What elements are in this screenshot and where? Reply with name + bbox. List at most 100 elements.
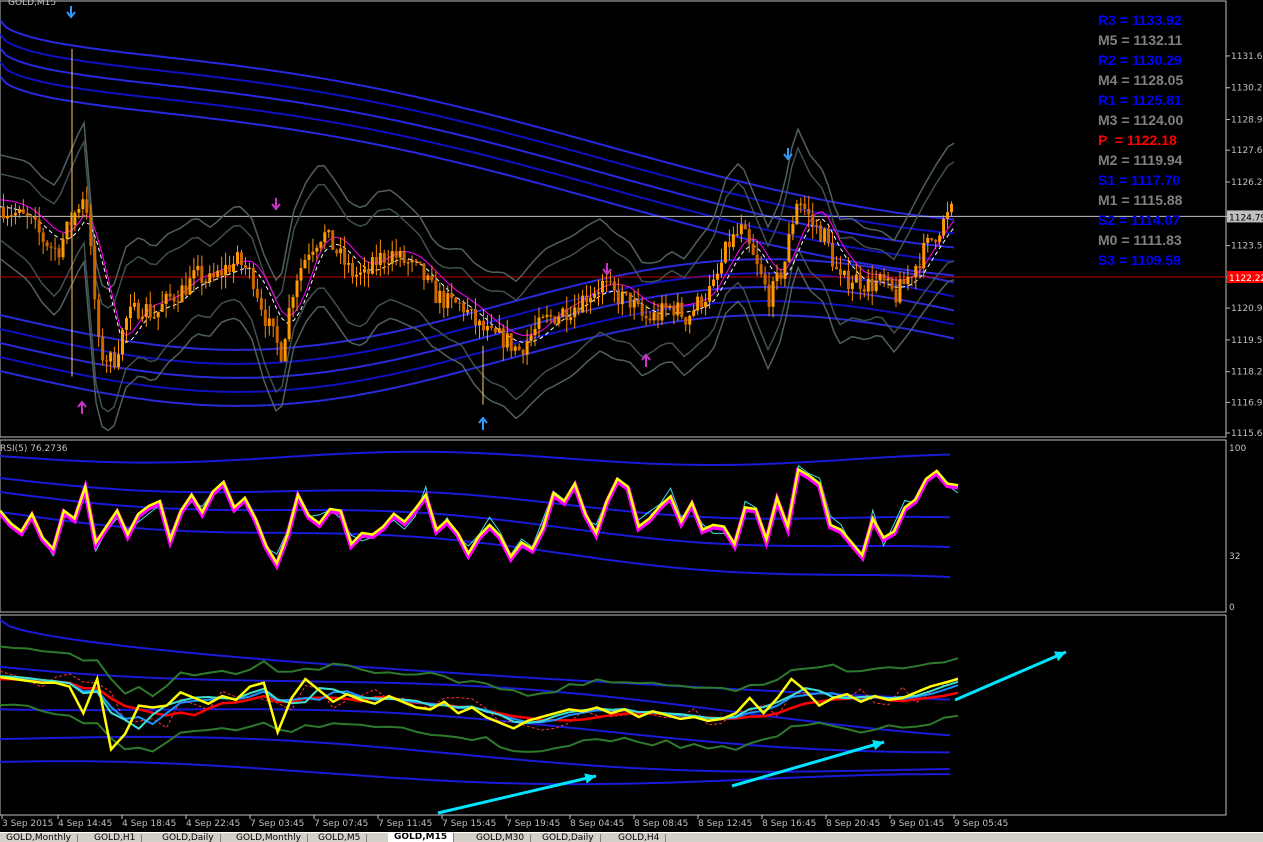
candle-body [704, 301, 708, 308]
candle-body [366, 269, 370, 274]
candle-body [676, 302, 680, 316]
rsi-title: RSI(5) 76.2736 [0, 444, 68, 454]
current-price-label: 1124.79 [1229, 213, 1263, 223]
candle-body [771, 281, 775, 307]
candle-body [751, 243, 755, 255]
candle-body [243, 265, 247, 269]
candle-body [247, 267, 251, 269]
candle-body [359, 272, 362, 275]
pivot-level-r3: R3 = 1133.92 [1098, 12, 1182, 28]
candle-body [811, 214, 815, 225]
candle-body [378, 253, 382, 266]
candle-body [394, 251, 398, 258]
candle-body [561, 308, 565, 317]
candle-body [382, 253, 386, 263]
candle-body [509, 333, 513, 351]
candle-body [267, 318, 271, 326]
candle-body [874, 280, 878, 292]
candle-body [644, 315, 648, 319]
candle-body [902, 279, 906, 285]
candle-body [783, 261, 787, 279]
candle-body [204, 281, 208, 283]
chart-canvas[interactable]: GOLD,M15 1131.60 1130.25 1128.90 1127.60 1126… [0, 0, 1263, 841]
candle-body [37, 219, 41, 233]
candle-body [299, 268, 303, 281]
candle-body [831, 242, 835, 267]
candle-body [846, 270, 850, 290]
price-tick-label: 1116.90 [1231, 398, 1263, 408]
candle-body [331, 230, 335, 250]
candle-body [485, 326, 489, 331]
candle-body [17, 209, 21, 213]
candle-body [727, 241, 731, 248]
candle-body [640, 304, 644, 316]
time-tick-label: 3 Sep 2015 [2, 819, 53, 829]
candle-body [232, 263, 236, 273]
candle-body [160, 304, 164, 312]
candle-body [406, 262, 410, 264]
candle-body [930, 237, 934, 240]
candle-body [462, 302, 466, 313]
candle-body [716, 273, 719, 280]
candle-body [787, 234, 791, 262]
candle-body [117, 354, 121, 368]
candle-body [842, 270, 846, 276]
candle-body [291, 297, 295, 308]
pivot-level-r2: R2 = 1130.29 [1098, 52, 1182, 68]
time-tick-label: 4 Sep 22:45 [186, 819, 240, 829]
candle-body [795, 203, 799, 225]
candle-body [597, 292, 600, 294]
candle-body [481, 320, 485, 331]
candle-body [807, 208, 811, 215]
candle-body [355, 274, 359, 277]
candle-body [251, 267, 255, 289]
candle-body [49, 246, 53, 248]
candle-body [533, 328, 537, 336]
candle-body [136, 302, 140, 319]
candle-body [712, 279, 716, 286]
rsi-tick-label: 0 [1229, 603, 1235, 613]
candle-body [545, 314, 549, 317]
candle-body [184, 285, 188, 295]
candle-body [628, 292, 632, 308]
candle-body [866, 278, 870, 292]
candle-body [589, 297, 593, 303]
candle-body [57, 248, 61, 258]
pivot-level-s1: S1 = 1117.70 [1098, 172, 1181, 188]
candle-body [914, 265, 918, 278]
candle-body [565, 308, 569, 321]
candle-body [93, 245, 97, 300]
pivot-level-s2: S2 = 1114.07 [1098, 212, 1181, 228]
candle-body [648, 318, 652, 321]
candle-body [664, 303, 668, 308]
candle-body [362, 269, 366, 273]
candle-body [172, 296, 176, 302]
candle-body [315, 247, 319, 252]
pivot-level-m0: M0 = 1111.83 [1098, 232, 1182, 248]
candle-body [918, 265, 922, 269]
candle-body [220, 270, 224, 276]
price-tick-label: 1126.25 [1231, 178, 1263, 188]
candle-body [402, 251, 406, 264]
candle-body [942, 218, 946, 236]
candle-body [581, 295, 585, 313]
candle-body [501, 328, 505, 348]
candle-body [672, 305, 676, 316]
candle-body [343, 248, 347, 265]
candle-body [339, 248, 343, 254]
candle-body [505, 333, 509, 348]
time-tick-label: 8 Sep 04:45 [570, 819, 624, 829]
pivot-level-m5: M5 = 1132.11 [1098, 32, 1183, 48]
candle-body [747, 229, 751, 244]
candle-body [200, 265, 204, 283]
candle-body [438, 290, 442, 303]
price-tick-label: 1115.60 [1231, 429, 1263, 439]
candle-body [132, 302, 136, 307]
candle-body [148, 304, 152, 318]
candle-body [152, 317, 156, 319]
candle-body [180, 285, 184, 303]
pivot-level-p: P = 1122.18 [1098, 132, 1177, 148]
candle-body [660, 303, 664, 321]
time-tick-label: 8 Sep 08:45 [634, 819, 688, 829]
candle-body [422, 263, 426, 281]
